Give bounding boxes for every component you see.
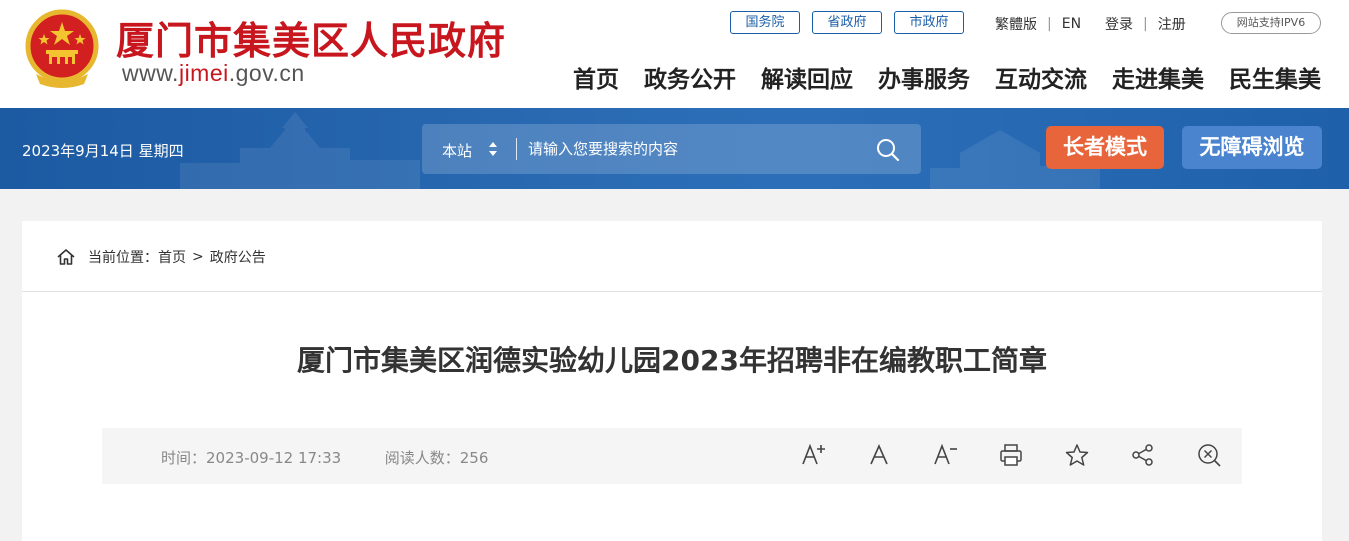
article-meta: 时间：2023-09-12 17:33 阅读人数：256 bbox=[161, 447, 488, 468]
star-icon[interactable] bbox=[1064, 442, 1090, 468]
breadcrumb: 当前位置： 首页 > 政府公告 bbox=[56, 247, 266, 267]
login-link[interactable]: 登录 bbox=[1105, 14, 1133, 34]
breadcrumb-current[interactable]: 政府公告 bbox=[210, 247, 266, 267]
url-prefix: www. bbox=[122, 60, 179, 86]
traditional-link[interactable]: 繁體版 bbox=[995, 14, 1037, 34]
gov-link-state-council[interactable]: 国务院 bbox=[730, 11, 800, 34]
site-title[interactable]: 厦门市集美区人民政府 bbox=[116, 10, 506, 65]
view-count: 256 bbox=[459, 449, 489, 467]
elder-mode-button[interactable]: 长者模式 bbox=[1046, 126, 1164, 169]
breadcrumb-separator: > bbox=[192, 249, 204, 265]
nav-item-interpretation[interactable]: 解读回应 bbox=[761, 60, 853, 94]
search-band: 2023年9月14日 星期四 本站 长者模式 无障碍浏览 bbox=[0, 108, 1349, 189]
nav-item-services[interactable]: 办事服务 bbox=[878, 60, 970, 94]
search-input[interactable] bbox=[528, 132, 858, 166]
accessibility-button[interactable]: 无障碍浏览 bbox=[1182, 126, 1322, 169]
gov-link-province[interactable]: 省政府 bbox=[812, 11, 882, 34]
nav-item-livelihood[interactable]: 民生集美 bbox=[1229, 60, 1321, 94]
font-decrease-icon[interactable] bbox=[932, 442, 958, 468]
sort-arrows-icon[interactable] bbox=[488, 140, 498, 158]
zoom-icon[interactable] bbox=[1196, 442, 1222, 468]
time-label: 时间： bbox=[161, 449, 207, 467]
font-increase-icon[interactable] bbox=[800, 442, 826, 468]
national-emblem-icon bbox=[25, 9, 99, 88]
divider: | bbox=[1143, 16, 1148, 32]
views-label: 阅读人数： bbox=[384, 449, 460, 467]
search-divider bbox=[516, 138, 517, 160]
current-date: 2023年9月14日 星期四 bbox=[22, 142, 184, 160]
gov-links: 国务院 省政府 市政府 bbox=[730, 11, 964, 34]
print-icon[interactable] bbox=[998, 442, 1024, 468]
nav-item-interaction[interactable]: 互动交流 bbox=[995, 60, 1087, 94]
ipv6-badge: 网站支持IPV6 bbox=[1221, 12, 1321, 34]
url-suffix: .gov.cn bbox=[228, 60, 305, 86]
content-card: 当前位置： 首页 > 政府公告 厦门市集美区润德实验幼儿园2023年招聘非在编教… bbox=[22, 221, 1322, 541]
site-header: 厦门市集美区人民政府 www.jimei.gov.cn 国务院 省政府 市政府 … bbox=[0, 0, 1349, 108]
search-icon[interactable] bbox=[874, 136, 902, 164]
article-title: 厦门市集美区润德实验幼儿园2023年招聘非在编教职工简章 bbox=[297, 344, 1047, 377]
gov-link-city[interactable]: 市政府 bbox=[894, 11, 964, 34]
search-box: 本站 bbox=[422, 124, 921, 174]
site-url: www.jimei.gov.cn bbox=[122, 60, 305, 87]
register-link[interactable]: 注册 bbox=[1158, 14, 1186, 34]
divider bbox=[22, 291, 1322, 292]
nav-item-home[interactable]: 首页 bbox=[573, 60, 619, 94]
breadcrumb-label: 当前位置： bbox=[88, 250, 158, 266]
home-icon[interactable] bbox=[56, 247, 76, 267]
publish-time: 2023-09-12 17:33 bbox=[206, 449, 342, 467]
divider: | bbox=[1047, 16, 1052, 32]
breadcrumb-home[interactable]: 首页 bbox=[158, 247, 186, 267]
top-links: 繁體版 | EN 登录 | 注册 bbox=[995, 14, 1186, 34]
search-scope-select[interactable]: 本站 bbox=[442, 140, 472, 161]
main-nav: 首页 政务公开 解读回应 办事服务 互动交流 走进集美 民生集美 bbox=[573, 60, 1321, 94]
nav-item-gov-affairs[interactable]: 政务公开 bbox=[644, 60, 736, 94]
font-default-icon[interactable] bbox=[866, 442, 892, 468]
url-highlight: jimei bbox=[178, 60, 229, 86]
article-meta-bar: 时间：2023-09-12 17:33 阅读人数：256 bbox=[102, 428, 1242, 484]
share-icon[interactable] bbox=[1130, 442, 1156, 468]
english-link[interactable]: EN bbox=[1062, 16, 1081, 32]
nav-item-about-jimei[interactable]: 走进集美 bbox=[1112, 60, 1204, 94]
